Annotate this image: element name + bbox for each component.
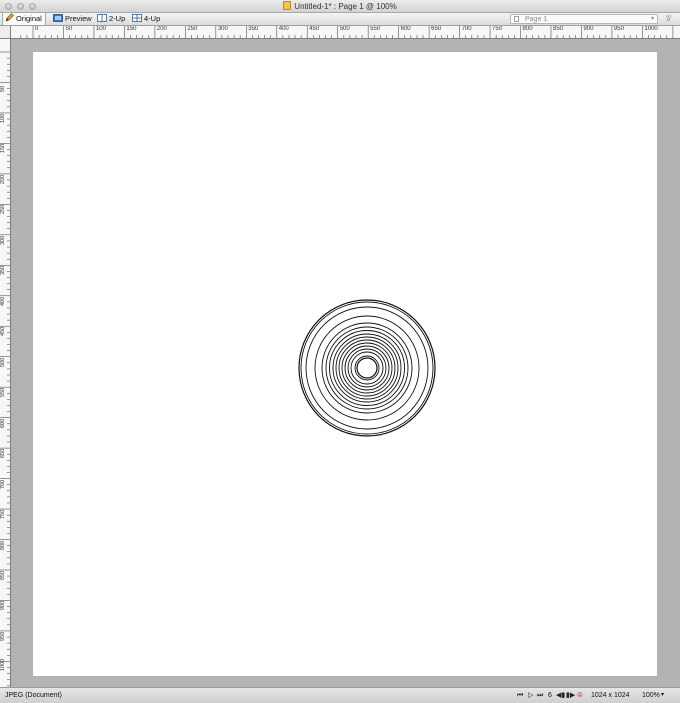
ruler-left-label: 550	[0, 387, 6, 398]
ruler-left-label: 900	[0, 601, 6, 611]
window-title-text: Untitled-1* : Page 1 @ 100%	[294, 2, 397, 11]
ruler-top-label: 150	[126, 26, 137, 32]
concentric-ring	[347, 348, 387, 388]
ruler-top-label: 100	[95, 26, 106, 32]
zoom-level[interactable]: 100%	[642, 688, 660, 703]
ruler-top-label: 750	[492, 26, 503, 32]
tab-original-label: Original	[16, 14, 42, 23]
ruler-left-label: 300	[0, 235, 6, 245]
two-up-icon	[97, 14, 107, 22]
ruler-top-label: 50	[65, 26, 73, 32]
ruler-top-label: 1000	[644, 26, 658, 32]
ruler-left-label: 250	[0, 205, 6, 215]
document-canvas[interactable]	[33, 52, 657, 676]
tab-preview[interactable]: Preview	[51, 13, 93, 25]
frame-number: 6	[548, 692, 552, 699]
concentric-ring	[338, 339, 396, 397]
tab-4-up[interactable]: 4-Up	[130, 13, 164, 25]
view-toolbar: Original Preview 2-Up 4-Up Page 1 ▾ ℣	[0, 13, 680, 26]
prev-frame-icon[interactable]: ◀▮	[556, 688, 565, 703]
pencil-icon	[5, 13, 14, 22]
concentric-ring	[314, 315, 420, 421]
ruler-top-label: 850	[552, 26, 563, 32]
concentric-ring	[344, 345, 390, 391]
zoom-chevron-icon[interactable]: ▾	[661, 688, 664, 703]
ruler-top: 0 50 100 150 200 250 300 350 400 450 500 550 600 650 7…	[0, 26, 680, 39]
concentric-ring	[300, 301, 434, 435]
ruler-left-label: 850	[0, 570, 6, 580]
file-type-label: JPEG (Document)	[5, 692, 62, 699]
tab-original[interactable]: Original	[2, 13, 46, 25]
ruler-left-label: 800	[0, 540, 6, 550]
document-icon	[283, 1, 292, 10]
ruler-top-label: 800	[522, 26, 533, 32]
concentric-ring	[356, 357, 378, 379]
ruler-left-label: 350	[0, 266, 6, 276]
ruler-left-label: 450	[0, 327, 6, 337]
concentric-ring	[329, 330, 405, 406]
window-title: Untitled-1* : Page 1 @ 100%	[0, 0, 680, 13]
ruler-left-label: 750	[0, 509, 6, 520]
ruler-top-label: 600	[400, 26, 411, 32]
ruler-left: 50 100 150 200 250 300 350 400 450 500 550 600 650 70…	[0, 39, 11, 687]
ruler-left-label: 700	[0, 479, 6, 489]
first-frame-icon[interactable]: ⏮	[517, 688, 523, 703]
concentric-ring	[305, 306, 429, 430]
ruler-left-label: 600	[0, 418, 6, 428]
stop-icon[interactable]: ⦾	[577, 688, 583, 703]
ruler-top-label: 900	[583, 26, 594, 32]
ruler-top-label: 350	[248, 26, 259, 32]
favorites-icon[interactable]: ℣	[666, 13, 671, 25]
ruler-top-label: 500	[339, 26, 350, 32]
ruler-left-label: 400	[0, 296, 6, 306]
ruler-left-label: 50	[0, 86, 6, 93]
ruler-left-label: 950	[0, 631, 6, 641]
page-select-value: Page 1	[525, 16, 548, 23]
ruler-left-label: 200	[0, 174, 6, 184]
ruler-top-label: 0	[35, 26, 39, 32]
ruler-top-label: 400	[278, 26, 289, 32]
tab-2-up-label: 2-Up	[109, 14, 126, 23]
page-icon	[514, 16, 519, 22]
tab-4-up-label: 4-Up	[144, 14, 161, 23]
next-frame-icon[interactable]: ▮▶	[566, 688, 575, 703]
four-up-icon	[132, 14, 142, 22]
ruler-top-label: 550	[370, 26, 381, 32]
ruler-top-label: 950	[613, 26, 624, 32]
tab-preview-label: Preview	[65, 14, 92, 23]
ruler-left-label: 150	[0, 144, 6, 154]
preview-icon	[53, 14, 63, 22]
ruler-top-label: 300	[217, 26, 228, 32]
ruler-top-label: 250	[187, 26, 198, 32]
ruler-top-label: 200	[156, 26, 167, 32]
concentric-ring	[298, 299, 436, 437]
ruler-left-label: 100	[0, 113, 6, 123]
title-bar: Untitled-1* : Page 1 @ 100%	[0, 0, 680, 13]
ruler-left-label: 650	[0, 448, 6, 459]
tab-2-up[interactable]: 2-Up	[95, 13, 129, 25]
document-dimensions: 1024 x 1024	[591, 692, 630, 699]
concentric-ring	[332, 333, 402, 403]
concentric-ring	[350, 351, 384, 385]
concentric-ring	[325, 326, 409, 410]
ruler-top-label: 650	[431, 26, 442, 32]
chevron-down-icon: ▾	[650, 16, 654, 22]
ruler-top-label: 700	[461, 26, 472, 32]
ruler-left-label: 1000	[0, 659, 6, 672]
page-select[interactable]: Page 1 ▾	[510, 14, 658, 24]
ruler-left-label: 500	[0, 357, 6, 367]
concentric-ring	[321, 322, 413, 414]
ruler-top-label: 450	[309, 26, 320, 32]
ruler-corner	[0, 26, 11, 39]
concentric-ring	[341, 342, 393, 394]
concentric-ring	[354, 355, 380, 381]
status-bar: JPEG (Document) ⏮ ▷ ⏭ 6 ◀▮ ▮▶ ⦾ 1024 x 1…	[0, 687, 680, 703]
play-icon[interactable]: ▷	[528, 688, 533, 703]
last-frame-icon[interactable]: ⏭	[537, 688, 543, 703]
concentric-circles-artwork	[298, 299, 436, 437]
